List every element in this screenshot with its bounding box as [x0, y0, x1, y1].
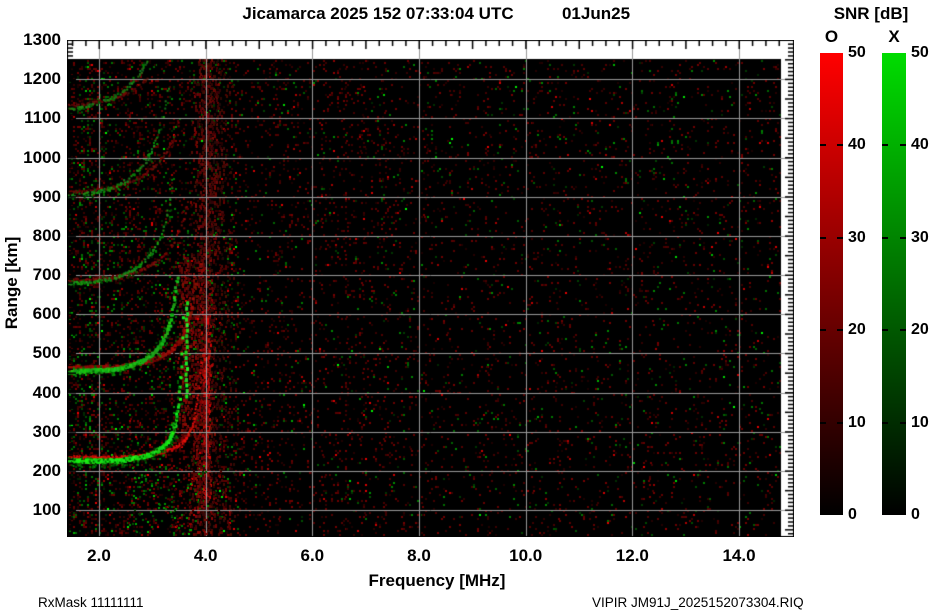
x-tick-label: 6.0 [301, 546, 325, 566]
colorbar-tick-label: 0 [911, 505, 920, 525]
colorbar-tick-dash [900, 237, 906, 239]
colorbar-tick-dash [820, 144, 826, 146]
colorbar-tick-dash [900, 329, 906, 331]
colorbar-tick-dash [882, 144, 888, 146]
x-tick-label: 10.0 [509, 546, 542, 566]
colorbar-tick-label: 0 [848, 505, 857, 525]
y-tick-label: 1100 [0, 108, 61, 128]
y-tick-label: 500 [0, 343, 61, 363]
y-tick-label: 900 [0, 187, 61, 207]
y-tick-label: 1200 [0, 69, 61, 89]
page-title: Jicamarca 2025 152 07:33:04 UTC [242, 4, 513, 24]
y-tick-label: 600 [0, 304, 61, 324]
colorbar-tick-label: 20 [911, 320, 929, 340]
colorbar-tick-dash [837, 422, 843, 424]
ionogram-plot-canvas [67, 40, 794, 537]
y-tick-label: 800 [0, 226, 61, 246]
y-tick-label: 1300 [0, 30, 61, 50]
x-axis-label: Frequency [MHz] [369, 571, 506, 591]
colorbar-tick-dash [820, 237, 826, 239]
y-tick-label: 700 [0, 265, 61, 285]
y-tick-label: 200 [0, 461, 61, 481]
colorbar-tick-label: 30 [911, 228, 929, 248]
x-tick-label: 2.0 [87, 546, 111, 566]
colorbar-tick-dash [900, 422, 906, 424]
colorbar-tick-dash [820, 422, 826, 424]
date-label: 01Jun25 [562, 4, 630, 24]
colorbar-tick-dash [837, 329, 843, 331]
colorbar-tick-label: 10 [911, 413, 929, 433]
y-tick-label: 100 [0, 500, 61, 520]
y-tick-label: 300 [0, 422, 61, 442]
y-tick-label: 1000 [0, 148, 61, 168]
rxmask-label: RxMask 11111111 [38, 595, 144, 610]
colorbar-tick-dash [900, 144, 906, 146]
x-tick-label: 8.0 [407, 546, 431, 566]
colorbar-o [820, 53, 843, 515]
x-mode-label: X [882, 27, 906, 47]
x-tick-label: 4.0 [194, 546, 218, 566]
colorbar-tick-label: 50 [848, 43, 866, 63]
colorbar-tick-dash [882, 237, 888, 239]
colorbar-tick-label: 30 [848, 228, 866, 248]
colorbar-x [882, 53, 906, 515]
ionogram-figure: Jicamarca 2025 152 07:33:04 UTC 01Jun25 … [0, 0, 932, 614]
colorbar-tick-label: 10 [848, 413, 866, 433]
colorbar-tick-dash [820, 329, 826, 331]
colorbar-tick-label: 40 [848, 135, 866, 155]
colorbar-tick-dash [882, 329, 888, 331]
colorbar-title: SNR [dB] [810, 4, 932, 24]
o-mode-label: O [820, 27, 843, 47]
x-tick-label: 12.0 [616, 546, 649, 566]
filename-label: VIPIR JM91J_2025152073304.RIQ [592, 595, 804, 610]
colorbar-tick-label: 50 [911, 43, 929, 63]
colorbar-tick-label: 40 [911, 135, 929, 155]
colorbar-tick-label: 20 [848, 320, 866, 340]
colorbar-tick-dash [882, 422, 888, 424]
y-tick-label: 400 [0, 383, 61, 403]
colorbar-tick-dash [837, 237, 843, 239]
x-tick-label: 14.0 [722, 546, 755, 566]
colorbar-tick-dash [837, 144, 843, 146]
